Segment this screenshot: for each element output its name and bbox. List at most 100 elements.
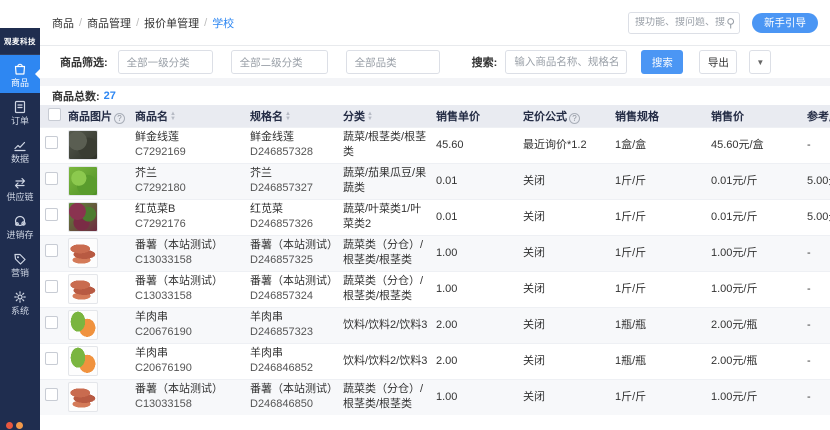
marketing-icon	[12, 251, 28, 267]
spec-code: D246846850	[250, 397, 339, 412]
unit-price-cell: 2.00	[434, 307, 521, 343]
select-all-checkbox[interactable]	[48, 108, 61, 121]
filter-category-type[interactable]: 全部品类	[346, 50, 440, 74]
category-cell: 蔬菜/根茎类/根茎类	[341, 127, 434, 163]
row-image-cell	[66, 127, 133, 163]
help-icon[interactable]: ?	[114, 113, 125, 124]
ref-cost-cell: -	[805, 235, 830, 271]
breadcrumb-separator: /	[79, 17, 82, 29]
row-checkbox[interactable]	[45, 244, 58, 257]
sidebar-item-marketing[interactable]: 营销	[0, 245, 40, 283]
row-checkbox[interactable]	[45, 316, 58, 329]
row-checkbox-cell	[40, 127, 66, 163]
filter-category-level2[interactable]: 全部二级分类	[231, 50, 328, 74]
breadcrumb-item[interactable]: 商品管理	[87, 15, 131, 31]
sale-spec-cell: 1瓶/瓶	[613, 307, 709, 343]
beginner-guide-button[interactable]: 新手引导	[752, 13, 818, 33]
product-code: C13033158	[135, 289, 246, 304]
column-header[interactable]: 分类▲▼	[341, 105, 434, 127]
search-button[interactable]: 搜索	[641, 50, 683, 74]
row-checkbox[interactable]	[45, 136, 58, 149]
column-header-label: 商品名	[135, 111, 168, 123]
global-search-input[interactable]	[635, 17, 726, 28]
ref-cost-cell: -	[805, 379, 830, 415]
pricing-formula-cell: 关闭	[521, 307, 613, 343]
breadcrumb-item[interactable]: 商品	[52, 15, 74, 31]
row-checkbox[interactable]	[45, 208, 58, 221]
export-button[interactable]: 导出	[699, 50, 737, 74]
export-dropdown-button[interactable]: ▼	[749, 50, 771, 74]
product-table: 商品图片?商品名▲▼规格名▲▼分类▲▼销售单价定价公式?销售规格销售价参考成本 …	[40, 105, 830, 415]
sale-price-cell: 1.00元/斤	[709, 271, 805, 307]
sidebar-inner: 观麦科技 商品订单数据供应链进销存营销系统	[0, 28, 40, 430]
sidebar-bottom-badge	[6, 422, 23, 429]
product-name: 红苋菜B	[135, 202, 246, 217]
inventory-icon	[12, 213, 28, 229]
product-image[interactable]	[68, 166, 98, 196]
sale-spec-cell: 1斤/斤	[613, 271, 709, 307]
sidebar-item-supply-chain[interactable]: 供应链	[0, 169, 40, 207]
pricing-formula-cell: 关闭	[521, 235, 613, 271]
unit-price-cell: 1.00	[434, 271, 521, 307]
product-image[interactable]	[68, 202, 98, 232]
sidebar-item-inventory[interactable]: 进销存	[0, 207, 40, 245]
breadcrumb-item[interactable]: 报价单管理	[144, 15, 199, 31]
column-header-label: 销售价	[711, 111, 744, 123]
spec-name: 羊肉串	[250, 346, 339, 361]
table-row: 番薯（本站测试）C13033158番薯（本站测试）D246857324蔬菜类（分…	[40, 271, 830, 307]
ref-cost-cell: -	[805, 127, 830, 163]
table-row: 鲜金线莲C7292169鲜金线莲D246857328蔬菜/根茎类/根茎类45.6…	[40, 127, 830, 163]
sidebar-item-orders[interactable]: 订单	[0, 93, 40, 131]
row-image-cell	[66, 163, 133, 199]
product-image[interactable]	[68, 130, 98, 160]
breadcrumb-item[interactable]: 学校	[212, 15, 234, 31]
row-image-cell	[66, 379, 133, 415]
breadcrumb-separator: /	[204, 17, 207, 29]
unit-price-cell: 1.00	[434, 379, 521, 415]
product-image[interactable]	[68, 382, 98, 412]
main-area: 商品/商品管理/报价单管理/学校 ⚲ 新手引导 商品筛选: 全部一级分类 全部二…	[40, 0, 830, 430]
sort-icon[interactable]: ▲▼	[367, 112, 373, 122]
help-icon[interactable]: ?	[569, 113, 580, 124]
row-checkbox[interactable]	[45, 352, 58, 365]
product-image[interactable]	[68, 274, 98, 304]
sidebar-item-label: 订单	[11, 117, 29, 126]
ref-cost-cell: 5.00元	[805, 199, 830, 235]
row-checkbox[interactable]	[45, 388, 58, 401]
spec-code: D246857323	[250, 325, 339, 340]
global-search[interactable]: ⚲	[628, 12, 740, 34]
sidebar-item-system[interactable]: 系统	[0, 283, 40, 321]
row-checkbox[interactable]	[45, 280, 58, 293]
row-image-cell	[66, 307, 133, 343]
table-header-row: 商品图片?商品名▲▼规格名▲▼分类▲▼销售单价定价公式?销售规格销售价参考成本	[40, 105, 830, 127]
spec-code: D246857328	[250, 145, 339, 160]
column-header[interactable]: 商品名▲▼	[133, 105, 248, 127]
column-header-label: 销售规格	[615, 111, 659, 123]
sidebar-item-products[interactable]: 商品	[0, 55, 40, 93]
sort-icon[interactable]: ▲▼	[170, 112, 176, 122]
sidebar-item-data[interactable]: 数据	[0, 131, 40, 169]
row-checkbox[interactable]	[45, 172, 58, 185]
column-header-label: 商品图片	[68, 111, 112, 123]
product-image[interactable]	[68, 310, 98, 340]
row-checkbox-cell	[40, 307, 66, 343]
category-cell: 蔬菜类（分仓）/根茎类/根茎类	[341, 379, 434, 415]
topbar-right: ⚲ 新手引导	[628, 12, 818, 34]
product-table-container: 商品图片?商品名▲▼规格名▲▼分类▲▼销售单价定价公式?销售规格销售价参考成本 …	[40, 105, 830, 430]
sale-price-cell: 2.00元/瓶	[709, 343, 805, 379]
sidebar-nav: 商品订单数据供应链进销存营销系统	[0, 55, 40, 321]
spec-name-cell: 羊肉串D246846852	[248, 343, 341, 379]
sort-icon[interactable]: ▲▼	[285, 112, 291, 122]
category-cell: 饮料/饮料2/饮料3	[341, 343, 434, 379]
column-header[interactable]: 规格名▲▼	[248, 105, 341, 127]
data-icon	[12, 137, 28, 153]
product-image[interactable]	[68, 346, 98, 376]
product-search-input[interactable]	[505, 50, 627, 74]
spec-name: 芥兰	[250, 166, 339, 181]
filter-category-level1[interactable]: 全部一级分类	[118, 50, 213, 74]
row-checkbox-cell	[40, 163, 66, 199]
product-image[interactable]	[68, 238, 98, 268]
brand-logo: 观麦科技	[0, 28, 40, 55]
product-name-cell: 番薯（本站测试）C13033158	[133, 235, 248, 271]
product-count-row: 商品总数: 27	[40, 86, 830, 105]
